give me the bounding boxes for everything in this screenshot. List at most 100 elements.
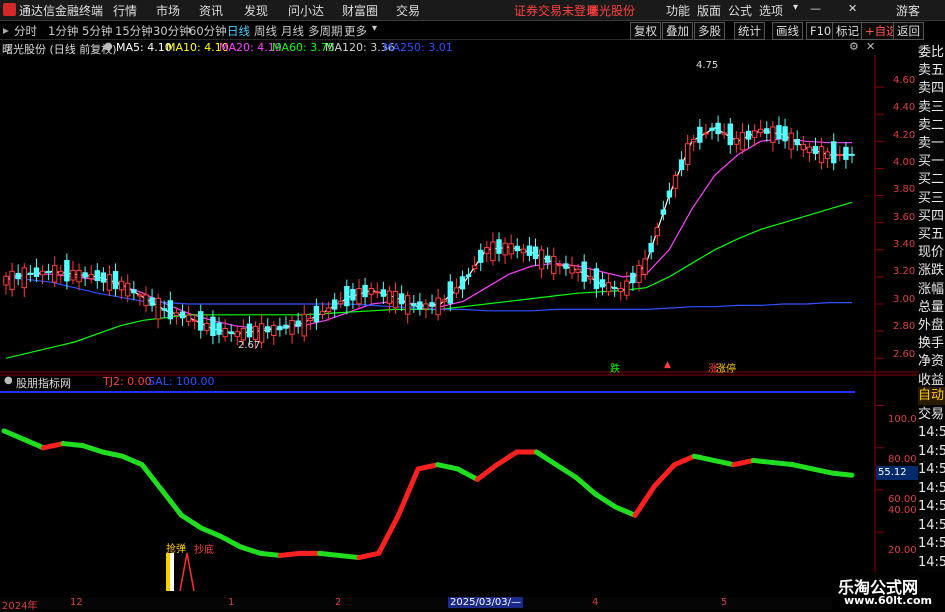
info-gear-icon[interactable]: ⚙ [849,40,859,53]
period-5min[interactable]: 5分钟 [82,23,112,39]
menu-zixun[interactable]: 资讯 [199,2,223,19]
btn-back[interactable]: 返回 [893,22,924,40]
indicator-segment [573,474,599,497]
menu-wenxiaoda[interactable]: 问小达 [288,2,324,19]
sidebar-tab-16[interactable]: 换手 [918,335,945,353]
menu-shichang[interactable]: 市场 [156,2,180,19]
candle-body [167,300,174,320]
minimize-icon[interactable]: — [810,2,821,15]
sidebar-tab-13[interactable]: 涨幅 [918,281,945,299]
tool-xuanxiang[interactable]: 选项 [759,2,783,19]
btn-duogu[interactable]: 多股 [694,22,725,40]
period-daily[interactable]: 日线 [227,23,250,39]
candle-body [27,272,34,276]
menu-caifuquan[interactable]: 财富圈 [342,2,378,19]
btn-f10[interactable]: F10 [806,22,836,40]
more-dropdown-icon[interactable]: ▾ [372,23,377,34]
candle-body [325,307,332,313]
signal-chaodi-label: 抄底 [194,545,214,556]
candle-body [849,153,855,156]
period-weekly[interactable]: 周线 [254,23,277,39]
sidebar-time-7[interactable]: 14:56 [918,517,945,535]
kline-chart[interactable] [0,55,918,597]
btn-huaxian[interactable]: 画线 [772,22,803,40]
candle-body [429,302,435,307]
indicator-segment [455,466,480,482]
info-settings-icon[interactable]: ● [104,41,113,52]
sidebar-tab-2[interactable]: 卖四 [918,80,945,98]
btn-fuquan[interactable]: 复权 [630,22,661,40]
sidebar-trade[interactable]: 交易 [918,406,945,424]
sidebar-tab-8[interactable]: 买三 [918,190,945,208]
period-multi[interactable]: 多周期 [308,23,343,39]
indicator-segment [553,462,579,480]
period-60min[interactable]: 60分钟 [189,23,227,39]
indicator-segment [80,443,106,455]
candle-body [210,316,216,337]
candle-body [727,123,733,146]
sidebar-time-5[interactable]: 14:56 [918,480,945,498]
candle-body [313,305,320,323]
tool-gongneng[interactable]: 功能 [666,2,690,19]
period-30min[interactable]: 30分钟 [153,23,191,39]
period-menu-icon[interactable]: ▸ [3,23,9,37]
tool-gongshi[interactable]: 公式 [728,2,752,19]
sidebar-tab-10[interactable]: 买五 [918,226,945,244]
candle-body [703,132,709,135]
high-price-annotation: 4.75 [696,60,719,71]
btn-tongji[interactable]: 统计 [734,22,765,40]
sidebar-tab-17[interactable]: 净资 [918,353,945,371]
sidebar-tab-6[interactable]: 买一 [918,153,945,171]
indicator-segment [100,449,125,459]
candle-body [143,294,149,306]
candle-body [636,265,642,283]
sidebar-tab-12[interactable]: 涨跌 [918,262,945,280]
date-tick: 12 [70,597,83,608]
sidebar-tab-7[interactable]: 买二 [918,171,945,189]
tool-banmian[interactable]: 版面 [697,2,721,19]
menu-jiaoyi[interactable]: 交易 [396,2,420,19]
btn-biaoji[interactable]: 标记 [832,22,863,40]
guest-button[interactable]: 游客 [896,2,920,19]
sidebar-time-4[interactable]: 14:56 [918,461,945,479]
login-status-notice[interactable]: 证券交易未登录 [514,2,598,19]
btn-diejia[interactable]: 叠加 [662,22,693,40]
indicator-segment [1,428,27,442]
sidebar-time-9[interactable]: 14:56 [918,554,945,572]
sidebar-tab-3[interactable]: 卖三 [918,99,945,117]
period-15min[interactable]: 15分钟 [115,23,153,39]
period-more[interactable]: 更多 [344,23,367,39]
sidebar-auto[interactable]: 自动 [918,387,945,405]
sidebar-time-6[interactable]: 14:56 [918,498,945,516]
price-tick: 4.40 [893,102,916,113]
info-close-icon[interactable]: ✕ [866,40,875,53]
candle-body [770,126,776,143]
sidebar-tab-14[interactable]: 总量 [918,299,945,317]
period-1min[interactable]: 1分钟 [48,23,78,39]
sidebar-time-3[interactable]: 14:56 [918,443,945,461]
close-icon[interactable]: ✕ [848,2,857,15]
sidebar-tab-5[interactable]: 卖一 [918,135,945,153]
date-tick: 2024年 [2,601,38,612]
candle-body [618,288,624,293]
title-bar: 通达信金融终端 行情 市场 资讯 发现 问小达 财富圈 交易 证券交易未登录 曙… [0,0,945,21]
menu-hangqing[interactable]: 行情 [113,2,137,19]
sidebar-tab-11[interactable]: 现价 [918,244,945,262]
indicator-tj2: TJ2: 0.00 [103,375,152,388]
indicator-settings-icon[interactable]: ● [4,375,13,386]
sidebar-tab-15[interactable]: 外盘 [918,317,945,335]
menu-faxian[interactable]: 发现 [244,2,268,19]
candle-body [648,243,654,253]
sidebar-tab-0[interactable]: 委比 [918,44,945,62]
candle-body [386,290,393,304]
candle-body [666,190,673,198]
sidebar-time-8[interactable]: 14:56 [918,535,945,553]
period-fenshi[interactable]: 分时 [14,23,37,39]
sidebar-tab-1[interactable]: 卖五 [918,62,945,80]
period-monthly[interactable]: 月线 [281,23,304,39]
sidebar-tab-4[interactable]: 卖二 [918,117,945,135]
sidebar-time-2[interactable]: 14:56 [918,424,945,442]
dropdown-arrow-icon[interactable]: ▾ [793,2,798,13]
sidebar-tab-9[interactable]: 买四 [918,208,945,226]
candle-body [471,265,478,270]
